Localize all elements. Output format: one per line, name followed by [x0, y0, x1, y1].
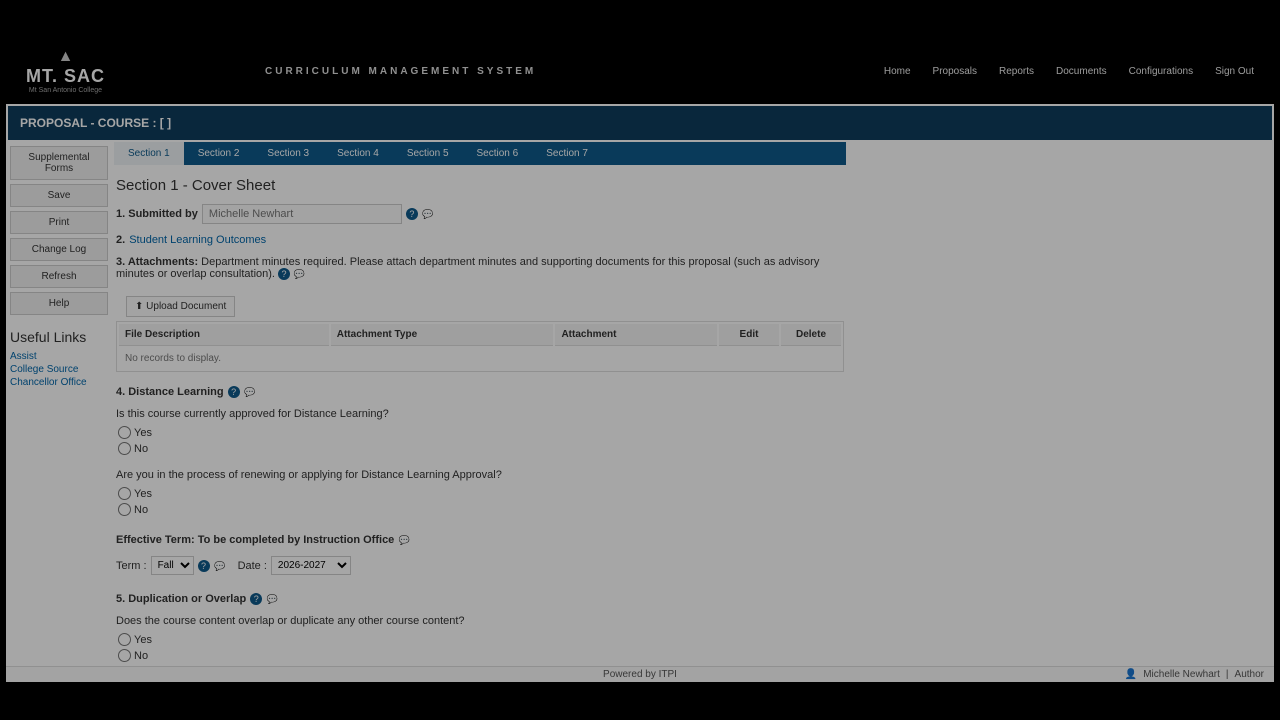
dl-q2-yes-radio[interactable] — [118, 487, 131, 500]
sidebar: Supplemental Forms Save Print Change Log… — [6, 142, 112, 666]
link-assist[interactable]: Assist — [10, 351, 108, 362]
link-college-source[interactable]: College Source — [10, 364, 108, 375]
yes-label: Yes — [134, 634, 152, 646]
dl-question-2: Are you in the process of renewing or ap… — [116, 469, 844, 481]
overlap-yes-radio[interactable] — [118, 633, 131, 646]
dl-q1-no-radio[interactable] — [118, 442, 131, 455]
overlap-no-radio[interactable] — [118, 649, 131, 662]
overlap-question: Does the course content overlap or dupli… — [116, 615, 844, 627]
footer-role: Author — [1235, 669, 1264, 680]
dl-q2-no-radio[interactable] — [118, 503, 131, 516]
col-attachment: Attachment — [555, 324, 717, 346]
main-panel: Section 1 Section 2 Section 3 Section 4 … — [112, 142, 848, 666]
table-empty-message: No records to display. — [119, 348, 841, 369]
no-label: No — [134, 443, 148, 455]
system-title: CURRICULUM MANAGEMENT SYSTEM — [265, 66, 536, 77]
powered-by: Powered by ITPI — [603, 669, 677, 680]
refresh-button[interactable]: Refresh — [10, 265, 108, 288]
nav-documents[interactable]: Documents — [1056, 66, 1107, 77]
footer-user: Michelle Newhart — [1143, 669, 1220, 680]
help-icon[interactable]: ? — [406, 208, 418, 220]
tab-section-1[interactable]: Section 1 — [114, 142, 184, 165]
nav-sign-out[interactable]: Sign Out — [1215, 66, 1254, 77]
supplemental-forms-button[interactable]: Supplemental Forms — [10, 146, 108, 180]
col-edit: Edit — [719, 324, 779, 346]
logo-subtext: Mt San Antonio College — [29, 87, 102, 94]
upload-document-button[interactable]: ⬆ Upload Document — [126, 296, 235, 317]
col-attachment-type: Attachment Type — [331, 324, 554, 346]
footer-sep: | — [1226, 669, 1229, 680]
no-label: No — [134, 650, 148, 662]
help-icon[interactable]: ? — [198, 560, 210, 572]
upload-label: Upload Document — [146, 301, 226, 312]
person-icon: 👤 — [1125, 669, 1137, 680]
col-file-description: File Description — [119, 324, 329, 346]
tab-section-7[interactable]: Section 7 — [532, 142, 602, 165]
col-delete: Delete — [781, 324, 841, 346]
section-title: Section 1 - Cover Sheet — [116, 177, 844, 194]
proposal-titlebar: PROPOSAL - COURSE : [ ] — [8, 106, 1272, 140]
submitted-by-label: 1. Submitted by — [116, 208, 198, 220]
effective-term-label: Effective Term: To be completed by Instr… — [116, 534, 394, 546]
tab-section-2[interactable]: Section 2 — [184, 142, 254, 165]
q2-label: 2. — [116, 234, 125, 246]
tab-section-4[interactable]: Section 4 — [323, 142, 393, 165]
term-select[interactable]: Fall — [151, 556, 194, 575]
nav-proposals[interactable]: Proposals — [933, 66, 977, 77]
dl-question-1: Is this course currently approved for Di… — [116, 408, 844, 420]
attachments-label: 3. Attachments: — [116, 256, 198, 268]
duplication-label: 5. Duplication or Overlap — [116, 593, 246, 605]
help-icon[interactable]: ? — [278, 268, 290, 280]
footer: Powered by ITPI 👤 Michelle Newhart | Aut… — [6, 666, 1274, 682]
tab-section-6[interactable]: Section 6 — [463, 142, 533, 165]
logo-text: MT. SAC — [26, 66, 105, 87]
comment-icon[interactable]: 💬 — [398, 534, 410, 546]
change-log-button[interactable]: Change Log — [10, 238, 108, 261]
distance-learning-label: 4. Distance Learning — [116, 386, 224, 398]
no-label: No — [134, 504, 148, 516]
help-icon[interactable]: ? — [250, 593, 262, 605]
help-icon[interactable]: ? — [228, 386, 240, 398]
date-select[interactable]: 2026-2027 — [271, 556, 351, 575]
date-label: Date : — [238, 560, 267, 572]
logo: ▲ MT. SAC Mt San Antonio College — [26, 48, 105, 94]
save-button[interactable]: Save — [10, 184, 108, 207]
upload-icon: ⬆ — [135, 301, 143, 312]
comment-icon[interactable]: 💬 — [266, 593, 278, 605]
dl-q1-yes-radio[interactable] — [118, 426, 131, 439]
useful-links-title: Useful Links — [10, 329, 108, 345]
tab-section-5[interactable]: Section 5 — [393, 142, 463, 165]
comment-icon[interactable]: 💬 — [422, 208, 434, 220]
nav-configurations[interactable]: Configurations — [1129, 66, 1193, 77]
comment-icon[interactable]: 💬 — [214, 560, 226, 572]
comment-icon[interactable]: 💬 — [293, 268, 305, 280]
help-button[interactable]: Help — [10, 292, 108, 315]
term-label: Term : — [116, 560, 147, 572]
link-chancellor-office[interactable]: Chancellor Office — [10, 377, 108, 388]
print-button[interactable]: Print — [10, 211, 108, 234]
app-header: ▲ MT. SAC Mt San Antonio College CURRICU… — [6, 38, 1274, 104]
yes-label: Yes — [134, 427, 152, 439]
nav-home[interactable]: Home — [884, 66, 911, 77]
section-tabs: Section 1 Section 2 Section 3 Section 4 … — [114, 142, 846, 165]
submitted-by-input[interactable] — [202, 204, 402, 224]
comment-icon[interactable]: 💬 — [244, 386, 256, 398]
tab-section-3[interactable]: Section 3 — [253, 142, 323, 165]
slo-link[interactable]: Student Learning Outcomes — [129, 234, 266, 246]
nav-reports[interactable]: Reports — [999, 66, 1034, 77]
top-nav: Home Proposals Reports Documents Configu… — [884, 66, 1254, 77]
attachments-text: Department minutes required. Please atta… — [116, 256, 819, 280]
attachments-table: File Description Attachment Type Attachm… — [116, 321, 844, 372]
yes-label: Yes — [134, 488, 152, 500]
